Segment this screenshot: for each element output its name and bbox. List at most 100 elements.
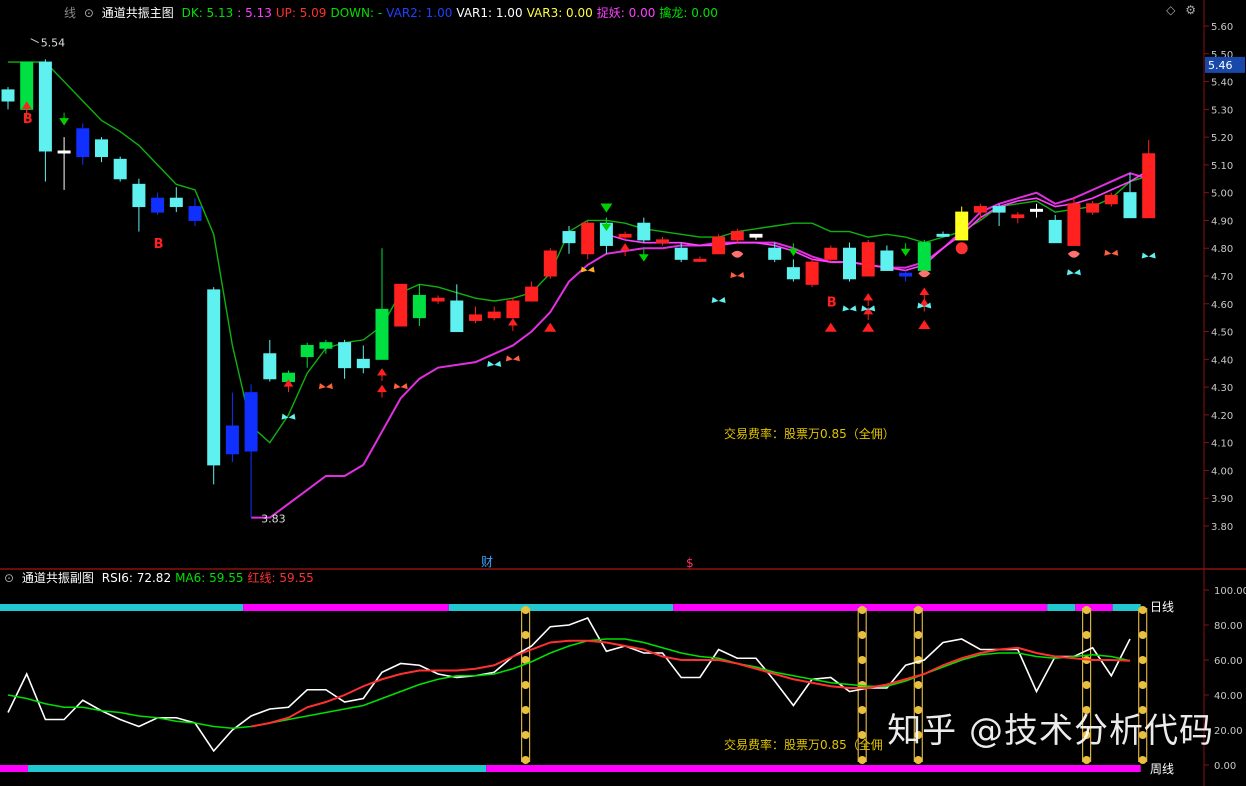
gear-icon[interactable]: ⚙ (1185, 3, 1196, 17)
red-triangle-icon (824, 322, 837, 332)
butterfly-icon (1066, 269, 1081, 276)
watermark: 知乎 @技术分析代码 (887, 711, 1214, 751)
candle (786, 259, 800, 282)
main-indicator-4: VAR2: 1.00 (386, 6, 453, 20)
candle-body (207, 289, 221, 466)
candle-body (637, 222, 651, 241)
candle (936, 231, 950, 238)
main-chart-title[interactable]: 通道共振主图 (102, 6, 174, 20)
butterfly-wing (288, 413, 296, 420)
candle (880, 245, 894, 271)
main-tick-label: 5.20 (1211, 133, 1233, 144)
collapse-icon[interactable]: ⊙ (84, 6, 94, 20)
daily-trend-bar (243, 604, 449, 611)
candle-body (487, 311, 501, 319)
candle (188, 198, 202, 226)
money-bag-icon (521, 706, 530, 714)
candle (57, 137, 71, 190)
weekly-line-label: 周线 (1150, 762, 1174, 776)
candle-body (95, 139, 108, 158)
main-chart-header: 线 ⊙ 通道共振主图 DK: 5.13: 5.13 UP: 5.09 DOWN: -… (0, 3, 726, 23)
candle-body (917, 242, 931, 271)
money-bag-icon (858, 606, 867, 614)
high-price-label: 5.54 (41, 37, 65, 50)
mid-band-line (606, 169, 1150, 272)
candle-body (412, 294, 426, 319)
money-bag-icon (858, 631, 867, 639)
candle (562, 226, 576, 254)
candle-body (805, 261, 819, 285)
main-tick-label: 4.20 (1211, 411, 1233, 422)
red-arrow-icon (620, 243, 631, 256)
candle (824, 245, 838, 263)
candle (712, 234, 726, 255)
candle-body (843, 247, 856, 280)
money-bag-icon (1082, 606, 1091, 614)
sub-indicator-1: MA6: 59.55 (175, 571, 244, 585)
buy-marker: B (154, 237, 164, 252)
candle (469, 306, 482, 324)
main-tick-label: 4.40 (1211, 355, 1233, 366)
collapse-icon[interactable]: ⊙ (4, 571, 14, 585)
main-tick-label: 4.90 (1211, 216, 1233, 227)
candle-body (562, 231, 576, 244)
weekly-trend-bar (28, 765, 487, 772)
candle-body (861, 242, 875, 277)
candle-body (225, 425, 239, 455)
butterfly-icon (842, 305, 857, 312)
money-bag-icon (1082, 681, 1091, 689)
red-triangle-icon (544, 322, 557, 332)
red-arrow-icon (377, 384, 387, 398)
butterfly-icon (580, 266, 595, 273)
candle (338, 339, 352, 379)
fee-note-main: 交易费率：股票万0.85（全佣） (724, 427, 895, 441)
signal-column (520, 606, 531, 764)
window-controls: ◇ ⚙ (1166, 3, 1196, 17)
butterfly-wing (1141, 252, 1149, 259)
candle (1067, 198, 1081, 246)
main-tick-label: 4.30 (1211, 383, 1233, 394)
candle-body (188, 206, 202, 221)
candle-body (244, 392, 258, 452)
candle (749, 233, 763, 240)
sub-tick-label: 20.00 (1214, 726, 1243, 737)
daily-trend-bar (0, 604, 244, 611)
money-bag-icon (858, 756, 867, 764)
buy-marker: B (23, 112, 33, 127)
main-indicator-2: UP: 5.09 (275, 6, 327, 20)
sub-tick-label: 0.00 (1214, 761, 1236, 772)
candle (1142, 139, 1156, 219)
main-tick-label: 4.10 (1211, 439, 1233, 450)
candle-body (1123, 192, 1137, 219)
main-tick-label: 3.90 (1211, 494, 1233, 505)
candle (132, 178, 146, 232)
money-bag-icon (1138, 756, 1147, 764)
candle-body (936, 233, 950, 237)
money-bag-icon (521, 681, 530, 689)
candle-body (1142, 153, 1156, 219)
red-circle-icon (955, 242, 968, 255)
candle-body (450, 300, 464, 333)
candle-body (786, 267, 800, 280)
current-price-label: 5.46 (1208, 59, 1233, 72)
candle (244, 384, 258, 518)
butterfly-wing (512, 355, 520, 362)
butterfly-wing (1111, 249, 1119, 256)
candle-body (1011, 214, 1025, 219)
butterfly-icon (505, 355, 520, 362)
money-bag-icon (858, 706, 867, 714)
candle (805, 259, 819, 288)
money-bag-icon (1082, 756, 1091, 764)
daily-trend-bar (1112, 604, 1141, 611)
money-bag-icon (858, 656, 867, 664)
heart-icon (918, 270, 931, 278)
sub-chart-title[interactable]: 通道共振副图 (22, 571, 94, 585)
butterfly-wing (1148, 252, 1156, 259)
money-bag-icon (521, 756, 530, 764)
money-bag-icon (914, 606, 923, 614)
butterfly-icon (1141, 252, 1156, 259)
green-arrow-icon (900, 243, 911, 257)
money-bag-icon (914, 756, 923, 764)
diamond-icon[interactable]: ◇ (1166, 3, 1175, 17)
candle-body (712, 236, 726, 255)
